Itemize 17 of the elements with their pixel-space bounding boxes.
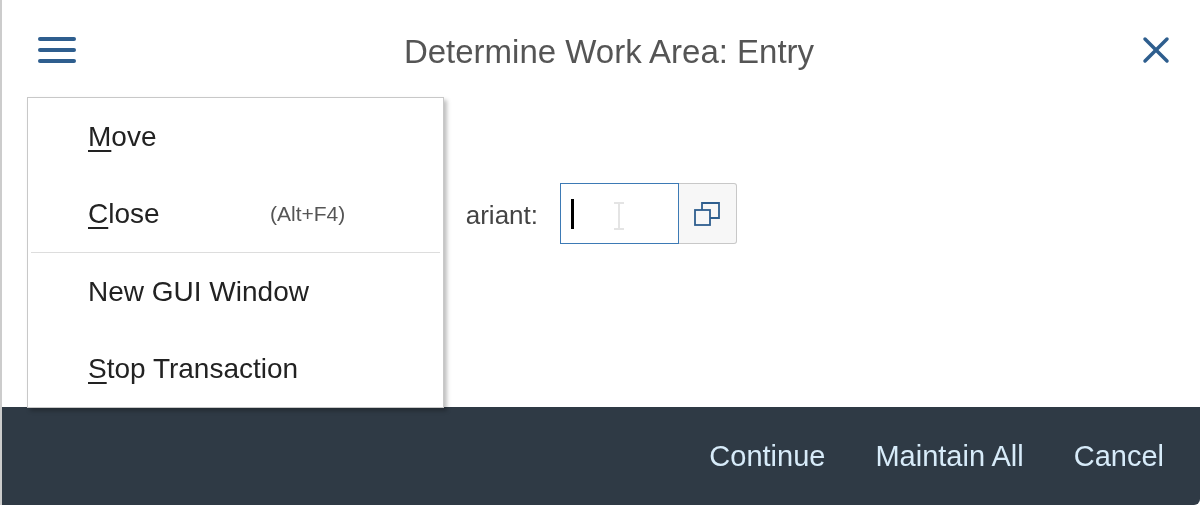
field-label: ariant:: [465, 200, 538, 231]
menu-item[interactable]: Move: [28, 98, 443, 175]
menu-icon[interactable]: [38, 36, 76, 64]
input-field[interactable]: [560, 183, 679, 244]
close-icon[interactable]: [1142, 36, 1170, 64]
menu-item[interactable]: Close (Alt+F4): [28, 175, 443, 252]
text-cursor-icon: [571, 198, 574, 229]
value-help-icon: [692, 199, 723, 228]
footer-button[interactable]: Continue: [709, 439, 826, 473]
menu-item[interactable]: New GUI Window: [28, 253, 443, 330]
value-help-button[interactable]: [679, 183, 737, 244]
window-title: Determine Work Area: Entry: [403, 33, 815, 71]
i-beam-cursor-icon: [613, 202, 625, 230]
footer-button[interactable]: Maintain All: [875, 439, 1024, 473]
footer-button[interactable]: Cancel: [1073, 439, 1164, 473]
shortcut-hint: (Alt+F4): [270, 201, 346, 226]
menu-item[interactable]: Stop Transaction: [28, 330, 443, 407]
